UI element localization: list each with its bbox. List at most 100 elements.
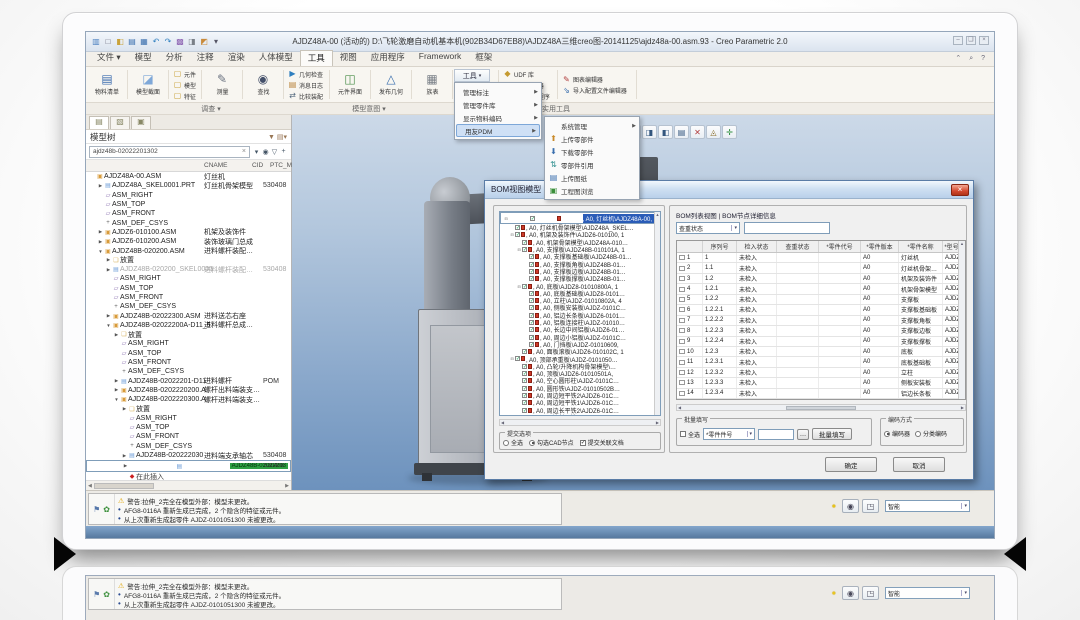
tree-node[interactable]: ▶▣AJDZ48B-02022300.ASM进料送芯右座 [86,311,291,320]
table-row[interactable]: 141.2.3.4未检入A0铝边长条板AJDZ6- [677,389,965,399]
menu-upload-drawing[interactable]: ▤上传图纸 [545,171,639,184]
submit-cad-nodes-radio[interactable]: 勾选CAD节点 [529,438,574,447]
selection-filter-select[interactable]: 智能▾ [885,500,970,512]
tree-node[interactable]: ▼▣AJDZ48B-0202220300.A螺杆进料端装支… [86,395,291,404]
table-row[interactable]: 121.2.3.2未检入A0立柱AJDZ-C [677,368,965,378]
batch-more-button[interactable]: … [797,429,809,440]
bom-dialog-tabs[interactable]: BOM列表视图 | BOM节点详细信息 [676,210,776,220]
submit-related-docs-checkbox[interactable]: ✓提交关联文档 [580,438,624,447]
table-row[interactable]: 61.2.2.1未检入A0支撑板基础板AJDZ4 [677,305,965,315]
node-checkbox[interactable]: ✓ [529,262,534,267]
tree-node[interactable]: +ASM_DEF_CSYS [86,442,291,451]
annotation-display-icon[interactable]: ◬ [706,125,721,139]
maximize-button[interactable]: ❑ [966,36,976,45]
geometry-check-button[interactable]: ▶几何检查 [288,69,325,79]
node-checkbox[interactable]: ✓ [529,269,534,274]
menu-item-管理零件库[interactable]: 管理零件库▶ [455,98,541,111]
tree-node[interactable]: ▱ASM_RIGHT [86,191,291,200]
node-checkbox[interactable]: ✓ [529,320,534,325]
tree-node[interactable]: ▱ASM_FRONT [86,358,291,367]
node-checkbox[interactable]: ✓ [522,393,527,398]
node-checkbox[interactable]: ✓ [529,342,534,347]
tree-node[interactable]: ▶▤AJDZ48A_SKEL0001.PRT灯丝机骨架模型530408 [86,181,291,190]
model-tree-tab[interactable]: ▤ [89,116,109,129]
compare-assemble-button[interactable]: ⇄比较装配 [288,91,325,101]
model-notify-icon[interactable]: ✿ [103,505,110,514]
tree-node[interactable]: ▱ASM_TOP [86,284,291,293]
row-checkbox[interactable] [679,339,685,344]
find-button[interactable]: ◉ [842,586,859,600]
row-checkbox[interactable] [679,391,685,396]
node-checkbox[interactable]: ✓ [522,408,527,413]
table-row[interactable]: 101.2.3未检入A0底板AJDZ6- [677,347,965,357]
open-file-icon[interactable]: ◧ [115,36,125,47]
batch-value-input[interactable] [758,429,794,440]
classified-code-radio[interactable]: 分类编码 [915,429,947,438]
node-checkbox[interactable]: ✓ [522,371,527,376]
row-checkbox[interactable] [679,349,685,354]
node-checkbox[interactable]: ✓ [522,349,527,354]
windows-icon[interactable]: ◨ [187,36,197,47]
message-log-button[interactable]: ▤消息日志 [288,80,325,90]
tab-分析[interactable]: 分析 [159,50,190,66]
node-checkbox[interactable]: ✓ [529,254,534,259]
row-checkbox[interactable] [679,287,685,292]
tree-node[interactable]: ▱ASM_FRONT [86,209,291,218]
more-commands-icon[interactable]: ▾ [211,36,221,47]
menu-drawing-browse[interactable]: ▣工程图浏览 [545,184,639,197]
model-button[interactable]: ▢模型 [173,80,197,90]
tree-node[interactable]: ▶▤AJDZ48B-02022201-D11进料螺杆POM [86,377,291,386]
tree-node[interactable]: ▱ASM_TOP [86,423,291,432]
tab-工具[interactable]: 工具 [300,50,333,66]
table-row[interactable]: 11未检入A0灯丝机AJDZ4 [677,253,965,263]
tree-node[interactable]: ▼▣AJDZ48B-02022200A-D11_5进料螺杆总成… [86,321,291,330]
display-style-icon[interactable]: ◨ [642,125,657,139]
filter-input[interactable] [744,222,830,234]
save-as-icon[interactable]: ▦ [139,36,149,47]
tree-node[interactable]: ▶❏放置 [86,404,291,413]
tree-node[interactable]: ▼▣AJDZ48B-020200.ASM进料螺杆装配… [86,246,291,255]
save-icon[interactable]: ▤ [127,36,137,47]
tab-人体模型[interactable]: 人体模型 [252,50,300,66]
bom-tree-hscrollbar[interactable]: ◀▶ [499,419,661,426]
tab-框架[interactable]: 框架 [468,50,499,66]
tab-应用程序[interactable]: 应用程序 [364,50,412,66]
dup-status-select[interactable]: 查重状态▾ [676,222,740,234]
menu-system-manage[interactable]: 系统管理▶ [545,119,639,132]
bom-report-button[interactable]: ▤物料清单 [88,68,126,101]
node-checkbox[interactable]: ✓ [530,216,535,221]
encoder-radio[interactable]: 编码器 [884,429,910,438]
feature-button[interactable]: ▢特征 [173,91,197,101]
node-checkbox[interactable]: ✓ [515,225,520,230]
bom-tree-vscrollbar[interactable]: ▲ [654,212,660,415]
component-interface-button[interactable]: ◫元件界面 [331,68,369,101]
screen-icon[interactable]: ▥ [91,36,101,47]
ribbon-right-icons[interactable]: ⌃ ⌕ ? [955,54,988,63]
model-notify-icon[interactable]: ✿ [103,590,110,599]
node-checkbox[interactable]: ✓ [529,305,534,310]
tab-Framework[interactable]: Framework [412,50,469,66]
redo-icon[interactable]: ↷ [163,36,173,47]
tree-columns-icon[interactable]: ▤▾ [277,134,287,141]
tree-node[interactable]: ▱ASM_TOP [86,200,291,209]
tree-node[interactable]: +ASM_DEF_CSYS [86,367,291,376]
tree-node[interactable]: ▣AJDZ48A-00.ASM灯丝机 [86,172,291,181]
node-checkbox[interactable]: ✓ [522,247,527,252]
model-section-button[interactable]: ◪模型截面 [129,68,167,101]
tree-filter-icon[interactable]: ▼ [268,134,277,141]
tab-视图[interactable]: 视图 [333,50,364,66]
chart-editor-button[interactable]: ✎图表编辑器 [562,74,632,84]
tree-node[interactable]: +ASM_DEF_CSYS [86,302,291,311]
view-manager-icon[interactable]: ▤ [674,125,689,139]
favorites-tab[interactable]: ▣ [131,116,151,129]
node-checkbox[interactable]: ✓ [522,284,527,289]
tree-node[interactable]: ▱ASM_FRONT [86,293,291,302]
table-vscrollbar[interactable]: ▲ [958,241,965,399]
measure-button[interactable]: ✎测量 [203,68,241,101]
node-checkbox[interactable]: ✓ [529,291,534,296]
message-flag-icon[interactable]: ⚑ [93,505,100,514]
table-row[interactable]: 31.2未检入A0机架及装饰件AJDZ6- [677,274,965,284]
row-checkbox[interactable] [679,266,685,271]
node-checkbox[interactable]: ✓ [529,298,534,303]
tree-node[interactable]: ▶▣AJDZ48B-0202220200.A螺杆出料端装支… [86,386,291,395]
